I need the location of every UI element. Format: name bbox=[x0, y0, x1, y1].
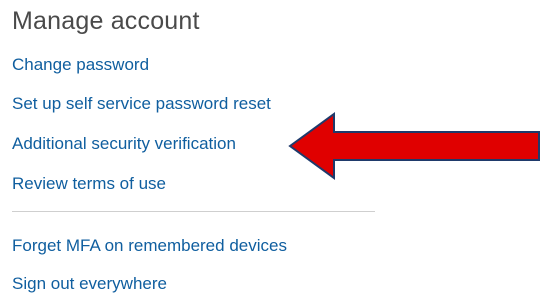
sign-out-everywhere-link[interactable]: Sign out everywhere bbox=[12, 273, 167, 295]
additional-security-verification-link[interactable]: Additional security verification bbox=[12, 133, 236, 155]
change-password-link[interactable]: Change password bbox=[12, 54, 149, 76]
self-service-password-reset-link[interactable]: Set up self service password reset bbox=[12, 93, 271, 115]
arrow-left-icon bbox=[288, 112, 540, 180]
section-title: Manage account bbox=[12, 7, 200, 35]
forget-mfa-link[interactable]: Forget MFA on remembered devices bbox=[12, 235, 287, 257]
review-terms-of-use-link[interactable]: Review terms of use bbox=[12, 173, 166, 195]
divider bbox=[12, 211, 375, 212]
